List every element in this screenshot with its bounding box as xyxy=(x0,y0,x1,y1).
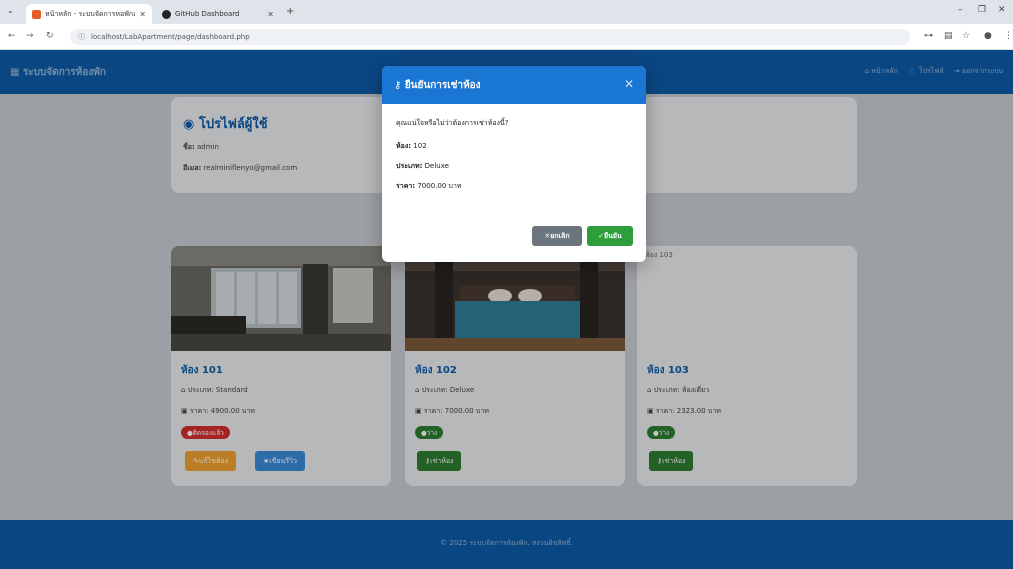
url-input[interactable]: ⓘ localhost/LabApartment/page/dashboard.… xyxy=(70,29,910,45)
reading-list-icon[interactable]: ▤ xyxy=(944,31,953,41)
close-window-icon[interactable]: ✕ xyxy=(998,5,1006,15)
browser-address-bar: ← → ↻ ⓘ localhost/LabApartment/page/dash… xyxy=(0,24,1013,50)
new-tab-icon[interactable]: + xyxy=(286,6,294,17)
cancel-button[interactable]: ✕ ยกเลิก xyxy=(532,226,582,246)
tab-search-icon[interactable]: ⌄ xyxy=(7,6,14,15)
modal-type: ประเภท: Deluxe xyxy=(396,162,449,170)
tab-close-icon[interactable]: ✕ xyxy=(267,10,274,19)
key-icon: ⚷ xyxy=(394,79,405,91)
minimize-icon[interactable]: – xyxy=(958,5,963,15)
modal-room: ห้อง: 102 xyxy=(396,142,427,150)
tab-title: หน้าหลัก - ระบบจัดการหอพักออนไลน์ xyxy=(45,9,136,18)
bookmark-star-icon[interactable]: ☆ xyxy=(962,31,970,41)
forward-icon[interactable]: → xyxy=(26,31,34,41)
github-favicon-icon xyxy=(162,9,171,19)
browser-tab-active[interactable]: หน้าหลัก - ระบบจัดการหอพักออนไลน์ ✕ xyxy=(26,4,152,24)
browser-tab-github[interactable]: GitHub Dashboard ✕ xyxy=(156,4,280,24)
back-icon[interactable]: ← xyxy=(8,31,16,41)
maximize-icon[interactable]: ❐ xyxy=(978,5,986,15)
confirm-rent-modal: ⚷ ยืนยันการเช่าห้อง ✕ คุณแน่ใจหรือไม่ว่า… xyxy=(382,66,646,262)
modal-title: ยืนยันการเช่าห้อง xyxy=(404,79,481,91)
browser-tab-bar: ⌄ หน้าหลัก - ระบบจัดการหอพักออนไลน์ ✕ Gi… xyxy=(0,0,1013,24)
browser-menu-icon[interactable]: ⋮ xyxy=(1004,31,1013,41)
site-info-icon[interactable]: ⓘ xyxy=(78,32,85,42)
apartment-favicon-icon xyxy=(32,9,41,19)
modal-question: คุณแน่ใจหรือไม่ว่าต้องการเช่าห้องนี้? xyxy=(396,119,509,127)
url-text: localhost/LabApartment/page/dashboard.ph… xyxy=(91,33,250,41)
modal-close-icon[interactable]: ✕ xyxy=(624,77,634,91)
reload-icon[interactable]: ↻ xyxy=(46,31,54,41)
confirm-button[interactable]: ✓ ยืนยัน xyxy=(587,226,633,246)
extension-icon[interactable]: ⊶ xyxy=(924,31,933,41)
modal-header: ⚷ ยืนยันการเช่าห้อง ✕ xyxy=(382,66,646,104)
profile-avatar-icon[interactable]: ● xyxy=(984,31,992,41)
tab-title: GitHub Dashboard xyxy=(175,10,240,18)
page-viewport: ▦ ระบบจัดการห้องพัก ⌂ หน้าหลัก 👤 โปรไฟล์… xyxy=(0,50,1013,569)
tab-close-icon[interactable]: ✕ xyxy=(139,10,146,19)
modal-price: ราคา: 7000.00 บาท xyxy=(396,182,462,190)
